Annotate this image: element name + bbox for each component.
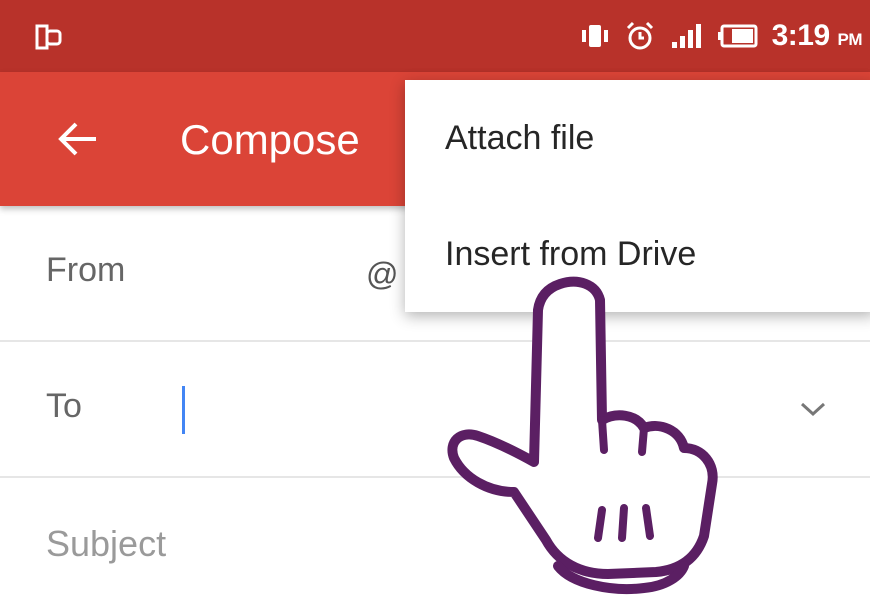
alarm-icon: [626, 21, 653, 50]
menu-item-attach-file[interactable]: Attach file: [405, 80, 870, 196]
toolbar-title: Compose: [180, 116, 360, 163]
battery-icon: [717, 24, 758, 48]
menu-item-label: Attach file: [445, 119, 595, 157]
to-label: To: [46, 387, 82, 425]
from-label: From: [46, 251, 126, 289]
vibrate-icon: [581, 25, 608, 47]
from-value[interactable]: @: [366, 256, 398, 293]
status-time: 3:19 PM: [771, 19, 863, 52]
sim-switch-icon: [35, 24, 62, 50]
chevron-down-icon[interactable]: [796, 398, 830, 420]
signal-icon: [671, 24, 701, 48]
subject-input[interactable]: Subject: [46, 523, 166, 565]
status-bar: 3:19 PM: [0, 0, 870, 72]
arrow-back-icon[interactable]: [48, 109, 108, 169]
to-input-cursor[interactable]: [182, 386, 185, 434]
pointing-hand-icon: [447, 276, 718, 594]
